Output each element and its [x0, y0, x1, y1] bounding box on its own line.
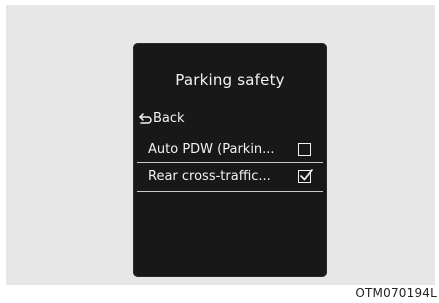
- menu-item-label: Back: [153, 111, 185, 126]
- back-arrow-icon: [139, 113, 152, 124]
- menu-item-label: Auto PDW (Parkin...: [148, 142, 275, 157]
- menu-item-auto-pdw[interactable]: Auto PDW (Parkin...: [137, 137, 323, 163]
- figure-frame: Parking safety Back Auto PDW (Parkin... …: [6, 5, 435, 285]
- menu-item-label: Rear cross-traffic...: [148, 169, 271, 184]
- menu-item-back[interactable]: Back: [137, 106, 323, 132]
- menu-item-rear-cross-traffic[interactable]: Rear cross-traffic...: [137, 162, 323, 192]
- menu-title: Parking safety: [175, 71, 285, 89]
- cluster-display: Parking safety Back Auto PDW (Parkin... …: [133, 43, 327, 277]
- rear-cross-traffic-checkbox[interactable]: [298, 169, 313, 183]
- checkmark-icon: [300, 169, 313, 181]
- auto-pdw-checkbox[interactable]: [298, 143, 311, 156]
- figure-code: OTM070194L: [355, 286, 437, 300]
